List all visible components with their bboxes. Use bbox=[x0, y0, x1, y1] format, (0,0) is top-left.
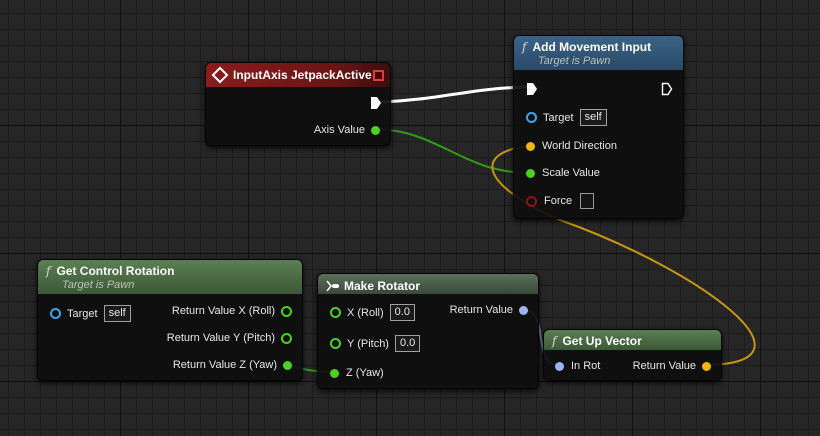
get-control-rotation-header[interactable]: f Get Control Rotation Target is Pawn bbox=[38, 260, 302, 294]
force-pin[interactable]: Force bbox=[526, 193, 595, 210]
world-direction-pin[interactable]: World Direction bbox=[526, 138, 617, 154]
z-yaw-pin[interactable]: Z (Yaw) bbox=[330, 365, 384, 381]
float-pin-icon bbox=[330, 338, 341, 349]
rotator-pin-icon bbox=[519, 305, 528, 315]
make-rotator-header[interactable]: Make Rotator bbox=[318, 274, 538, 294]
return-z-pin[interactable]: Return Value Z (Yaw) bbox=[173, 357, 292, 373]
return-y-pin[interactable]: Return Value Y (Pitch) bbox=[167, 330, 292, 346]
exec-in-pin[interactable] bbox=[526, 81, 538, 97]
target-pin[interactable]: Target self bbox=[50, 305, 131, 322]
return-z-label: Return Value Z (Yaw) bbox=[172, 359, 277, 372]
float-pin-icon bbox=[281, 305, 292, 317]
force-label: Force bbox=[544, 195, 573, 208]
vector-pin-icon bbox=[526, 141, 535, 151]
add-movement-input-node[interactable]: f Add Movement Input Target is Pawn Targe… bbox=[513, 35, 684, 219]
target-label: Target bbox=[67, 307, 98, 320]
float-pin-icon bbox=[283, 360, 292, 370]
event-diamond-icon bbox=[211, 66, 229, 84]
add-movement-header[interactable]: f Add Movement Input Target is Pawn bbox=[514, 36, 683, 70]
add-movement-title: Add Movement Input bbox=[532, 40, 652, 54]
vector-pin-icon bbox=[702, 361, 711, 371]
return-value-pin[interactable]: Return Value bbox=[633, 358, 711, 374]
axis-value-label: Axis Value bbox=[313, 124, 365, 137]
axis-value-pin[interactable]: Axis Value bbox=[314, 122, 380, 138]
target-label: Target bbox=[543, 111, 574, 124]
function-f-icon: f bbox=[522, 40, 527, 54]
x-roll-label: X (Roll) bbox=[347, 306, 384, 319]
return-value-label: Return Value bbox=[449, 304, 513, 317]
force-checkbox[interactable] bbox=[580, 193, 595, 210]
y-pitch-label: Y (Pitch) bbox=[347, 337, 389, 350]
float-pin-icon bbox=[330, 307, 341, 318]
function-f-icon: f bbox=[552, 334, 557, 348]
exec-out-pin[interactable] bbox=[661, 81, 673, 97]
input-axis-header[interactable]: InputAxis JetpackActive bbox=[206, 63, 390, 87]
z-yaw-label: Z (Yaw) bbox=[346, 367, 384, 380]
input-axis-delegate-icon[interactable] bbox=[373, 70, 384, 81]
y-pitch-field[interactable]: 0.0 bbox=[394, 335, 421, 352]
get-up-vector-title: Get Up Vector bbox=[562, 334, 642, 348]
exec-arrow-icon bbox=[371, 97, 381, 110]
get-control-rotation-title: Get Control Rotation bbox=[56, 264, 175, 278]
x-roll-pin[interactable]: X (Roll) 0.0 bbox=[330, 304, 415, 321]
get-up-vector-header[interactable]: f Get Up Vector bbox=[544, 330, 721, 350]
target-self-field[interactable]: self bbox=[579, 109, 607, 126]
make-struct-icon bbox=[326, 280, 339, 292]
exec-arrow-icon bbox=[527, 83, 537, 96]
exec-out-pin[interactable] bbox=[370, 95, 382, 111]
return-y-label: Return Value Y (Pitch) bbox=[166, 332, 275, 345]
float-pin-icon bbox=[371, 125, 380, 135]
world-direction-label: World Direction bbox=[542, 140, 617, 153]
input-axis-title: InputAxis JetpackActive bbox=[233, 67, 372, 82]
get-control-rotation-node[interactable]: f Get Control Rotation Target is Pawn Tar… bbox=[37, 259, 303, 381]
in-rot-pin[interactable]: In Rot bbox=[555, 358, 600, 374]
target-pin[interactable]: Target self bbox=[526, 109, 607, 126]
scale-value-pin[interactable]: Scale Value bbox=[526, 165, 600, 181]
target-self-field[interactable]: self bbox=[103, 305, 131, 322]
scale-value-label: Scale Value bbox=[542, 167, 600, 180]
exec-wire bbox=[379, 85, 529, 104]
exec-arrow-icon bbox=[661, 82, 673, 96]
y-pitch-pin[interactable]: Y (Pitch) 0.0 bbox=[330, 335, 421, 352]
input-axis-event-node[interactable]: InputAxis JetpackActive Axis Value bbox=[205, 62, 391, 146]
axis-value-wire bbox=[371, 128, 532, 174]
in-rot-label: In Rot bbox=[571, 360, 601, 373]
rotator-pin-icon bbox=[555, 361, 564, 371]
float-pin-icon bbox=[330, 368, 339, 378]
return-x-pin[interactable]: Return Value X (Roll) bbox=[172, 303, 292, 319]
return-value-label: Return Value bbox=[632, 360, 696, 373]
get-up-vector-node[interactable]: f Get Up Vector In Rot Return Value bbox=[543, 329, 722, 381]
return-x-label: Return Value X (Roll) bbox=[171, 305, 275, 318]
get-control-rotation-subtitle: Target is Pawn bbox=[62, 279, 135, 291]
function-f-icon: f bbox=[46, 264, 51, 278]
return-value-pin[interactable]: Return Value bbox=[450, 302, 528, 318]
make-rotator-title: Make Rotator bbox=[344, 278, 421, 293]
object-pin-icon bbox=[526, 112, 537, 123]
float-pin-icon bbox=[281, 332, 292, 344]
add-movement-subtitle: Target is Pawn bbox=[538, 55, 611, 67]
bool-pin-icon bbox=[526, 195, 537, 207]
x-roll-field[interactable]: 0.0 bbox=[389, 304, 415, 321]
object-pin-icon bbox=[50, 308, 61, 319]
float-pin-icon bbox=[526, 168, 535, 178]
make-rotator-node[interactable]: Make Rotator X (Roll) 0.0 Y (Pitch) 0.0 Z … bbox=[317, 273, 539, 389]
